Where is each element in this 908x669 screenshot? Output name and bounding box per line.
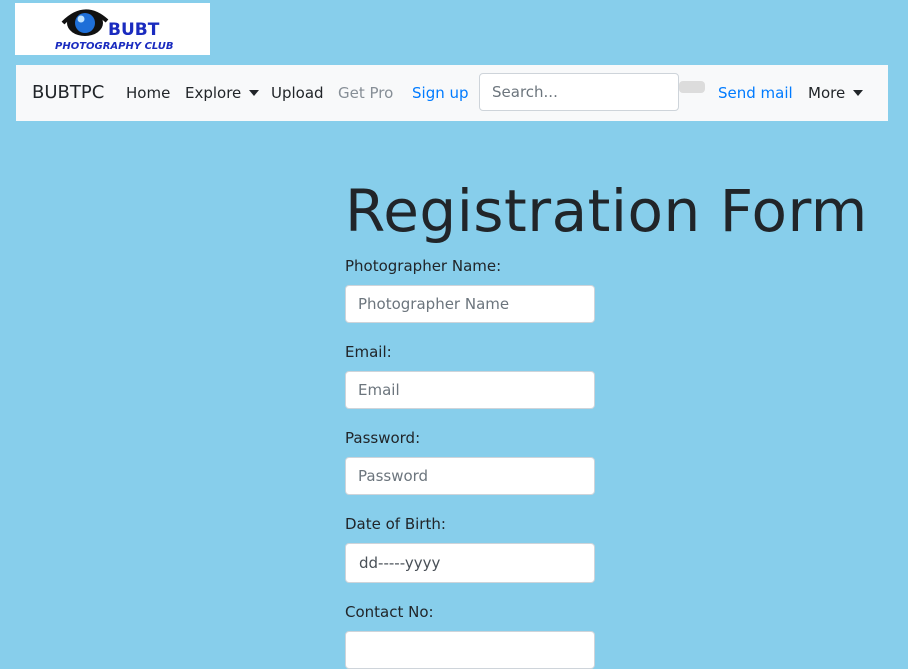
nav-sign-up[interactable]: Sign up bbox=[412, 65, 469, 121]
date-of-birth-input[interactable]: dd-----yyyy bbox=[345, 543, 595, 583]
logo-text-line2: PHOTOGRAPHY CLUB bbox=[55, 41, 174, 52]
search-input[interactable] bbox=[479, 73, 679, 111]
caret-down-icon bbox=[249, 90, 260, 96]
page-title: Registration Form bbox=[345, 177, 868, 245]
toggle-switch[interactable] bbox=[679, 81, 705, 93]
photographer-name-label: Photographer Name: bbox=[345, 257, 502, 275]
nav-home[interactable]: Home bbox=[126, 65, 170, 121]
navbar-brand[interactable]: BUBTPC bbox=[32, 65, 104, 121]
nav-more-dropdown[interactable]: More bbox=[808, 65, 864, 121]
nav-explore-dropdown[interactable]: Explore bbox=[185, 65, 260, 121]
club-logo[interactable]: BUBT PHOTOGRAPHY CLUB bbox=[15, 3, 210, 55]
nav-get-pro[interactable]: Get Pro bbox=[338, 65, 393, 121]
top-navbar: BUBTPC Home Explore Upload Get Pro Sign … bbox=[16, 65, 888, 121]
date-of-birth-label: Date of Birth: bbox=[345, 515, 446, 533]
nav-send-mail[interactable]: Send mail bbox=[718, 65, 793, 121]
contact-no-input[interactable] bbox=[345, 631, 595, 669]
caret-down-icon bbox=[853, 90, 864, 96]
email-input[interactable] bbox=[345, 371, 595, 409]
nav-upload[interactable]: Upload bbox=[271, 65, 324, 121]
email-label: Email: bbox=[345, 343, 392, 361]
photographer-name-input[interactable] bbox=[345, 285, 595, 323]
contact-no-label: Contact No: bbox=[345, 603, 434, 621]
eye-logo-icon: BUBT PHOTOGRAPHY CLUB bbox=[55, 9, 174, 52]
password-label: Password: bbox=[345, 429, 421, 447]
password-input[interactable] bbox=[345, 457, 595, 495]
nav-more-label: More bbox=[808, 84, 846, 102]
nav-explore-label: Explore bbox=[185, 84, 242, 102]
logo-text-line1: BUBT bbox=[108, 20, 160, 40]
